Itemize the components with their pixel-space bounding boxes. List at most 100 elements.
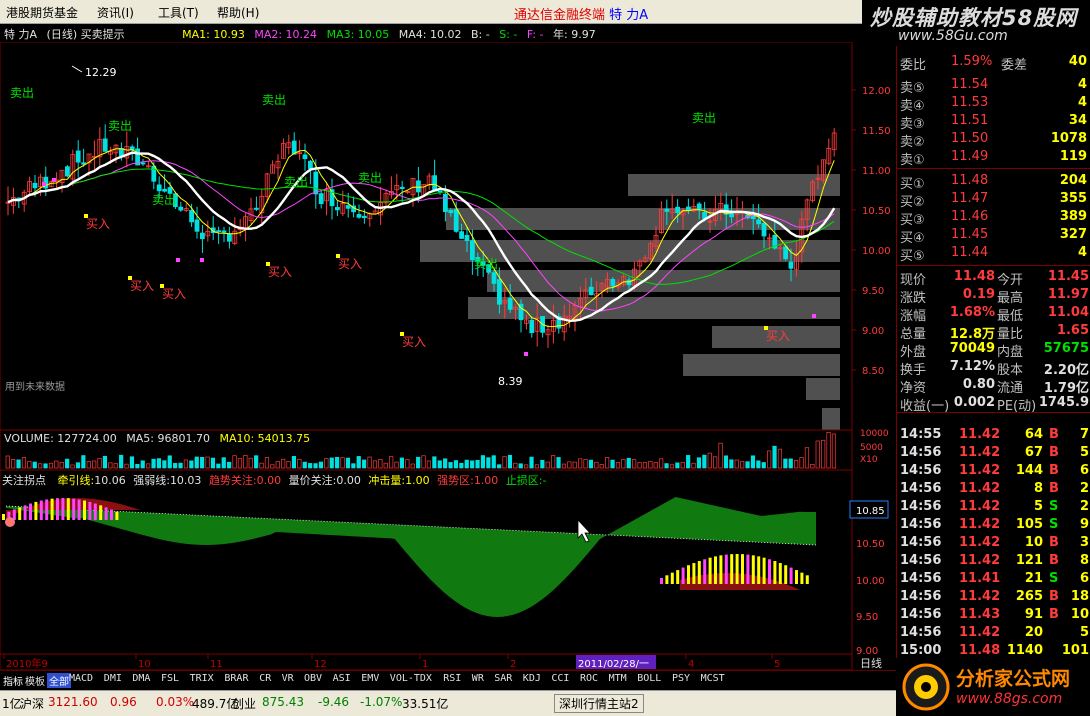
tab-asi[interactable]: ASI (333, 673, 351, 684)
tab-psy[interactable]: PSY (672, 673, 690, 684)
menu-item-tools[interactable]: 工具(T) (158, 4, 199, 21)
menu-item-news[interactable]: 资讯(I) (97, 4, 134, 21)
tab-rsi[interactable]: RSI (443, 673, 461, 684)
tab-boll[interactable]: BOLL (637, 673, 661, 684)
candle-body (496, 279, 502, 305)
tick-side: B (1049, 589, 1059, 604)
volume-bar (356, 456, 361, 469)
volume-bar (167, 455, 172, 469)
quote-row: 现价 11.48 今开 11.45 (897, 268, 1090, 288)
candle-body (140, 162, 146, 165)
volume-bar (777, 448, 783, 469)
tick-side: S (1049, 571, 1059, 586)
period-label: 日线 (860, 656, 882, 670)
tab-全部[interactable]: 全部 (47, 673, 71, 688)
tab-roc[interactable]: ROC (580, 673, 598, 684)
window-title: 通达信金融终端 特 力A (514, 4, 648, 23)
volume-bar (135, 463, 140, 469)
ind-value-4: 0.00 (336, 474, 361, 487)
ask-volume: 4 (1077, 95, 1087, 110)
candle-body (415, 180, 421, 193)
tab-cr[interactable]: CR (259, 673, 271, 684)
bid-price: 11.45 (951, 227, 989, 242)
tab-wr[interactable]: WR (472, 673, 484, 684)
tab-vol-tdx[interactable]: VOL-TDX (390, 673, 432, 684)
sell-signal: 卖出 (108, 119, 132, 133)
ask-volume: 34 (1068, 113, 1087, 128)
tab-vr[interactable]: VR (282, 673, 294, 684)
order-book-ask-row: 卖① 11.49 119 (897, 148, 1090, 168)
tick-row: 14:55 11.42 64 B 7 (897, 426, 1090, 444)
indicator-bar (23, 505, 27, 520)
tab-brar[interactable]: BRAR (224, 673, 248, 684)
candle-body (783, 246, 788, 260)
candle-body (442, 193, 448, 212)
volume-bar (621, 459, 626, 469)
candle-body (221, 230, 227, 233)
buy-signal: 买入 (402, 335, 426, 349)
tab-kdj[interactable]: KDJ (523, 673, 541, 684)
volume-bar (70, 464, 75, 469)
volume-bar (178, 462, 183, 469)
tab-mtm[interactable]: MTM (609, 673, 627, 684)
tab-obv[interactable]: OBV (304, 673, 322, 684)
signal-dot (524, 352, 528, 356)
ad-banner[interactable]: 分析家公式网 www.88gs.com (896, 658, 1090, 716)
indicator-axis-label: 10.50 (856, 539, 885, 550)
volume-bar (59, 461, 64, 469)
menu-item-help[interactable]: 帮助(H) (217, 4, 259, 21)
menu-item-hk-futures[interactable]: 港股期货基金 (6, 4, 78, 21)
volume-bar (340, 457, 345, 469)
server-status[interactable]: 深圳行情主站2 (554, 694, 644, 713)
tab-macd[interactable]: MACD (69, 673, 93, 684)
candle-body (761, 222, 767, 237)
tab-dmi[interactable]: DMI (104, 673, 122, 684)
tick-row: 14:56 11.42 144 B 6 (897, 462, 1090, 480)
volume-bar (205, 456, 210, 469)
logo-url: www.58Gu.com (898, 28, 1008, 44)
quote-value: 11.04 (1047, 305, 1089, 320)
low-price-label: 8.39 (498, 375, 523, 388)
volume-bar (259, 462, 264, 469)
quote-row: 总量 12.8万 量比 1.65 (897, 322, 1090, 342)
tick-price: 11.42 (959, 589, 1001, 604)
tick-volume: 105 (1015, 517, 1043, 532)
volume-bar (27, 461, 32, 469)
quote-value: 0.002 (953, 395, 995, 410)
tick-volume: 91 (1024, 607, 1043, 622)
tab-fsl[interactable]: FSL (161, 673, 179, 684)
tab-sar[interactable]: SAR (494, 673, 512, 684)
tick-side: B (1049, 445, 1059, 460)
indicator-chart[interactable]: 10.85 10.50 10.00 9.50 9.00 (0, 469, 889, 657)
indicator-axis-label: 10.00 (856, 576, 885, 587)
volume-bar (507, 454, 513, 469)
volume-bar (486, 457, 491, 469)
tab-dma[interactable]: DMA (132, 673, 150, 684)
volume-bar (345, 457, 351, 469)
chart-area[interactable]: 12.0011.5011.0010.5010.009.509.008.5012.… (0, 42, 896, 670)
tab-模板[interactable]: 模板 (25, 673, 45, 688)
volume-bar (529, 456, 534, 469)
volume-bar (286, 461, 291, 469)
indicator-axis-label: 10.85 (856, 506, 885, 517)
indicator-bar (687, 565, 690, 584)
cyb-value: 875.43 (262, 695, 304, 709)
price-axis-label: 12.00 (862, 86, 891, 97)
candle-body (226, 233, 232, 242)
volume-bar (194, 456, 199, 469)
tab-emv[interactable]: EMV (361, 673, 379, 684)
tab-cci[interactable]: CCI (551, 673, 569, 684)
tab-mcst[interactable]: MCST (701, 673, 725, 684)
ind-label-1: 牵引线: (57, 474, 95, 487)
volume-bar (497, 464, 502, 469)
tab-trix[interactable]: TRIX (190, 673, 214, 684)
tick-volume: 121 (1015, 553, 1043, 568)
cyb-label: 创业 (232, 697, 257, 711)
volume-bar (578, 458, 583, 469)
volume-bar (426, 460, 432, 469)
tab-指标[interactable]: 指标 (3, 673, 23, 688)
volume-bar (102, 455, 108, 469)
volume-bar (599, 464, 604, 469)
indicator-bar (805, 575, 809, 584)
quote-panel: 委比 1.59% 委差 40 卖⑤ 11.54 4 卖④ 11.53 4 卖③ 11.51 34 卖② 11… (896, 46, 1090, 670)
